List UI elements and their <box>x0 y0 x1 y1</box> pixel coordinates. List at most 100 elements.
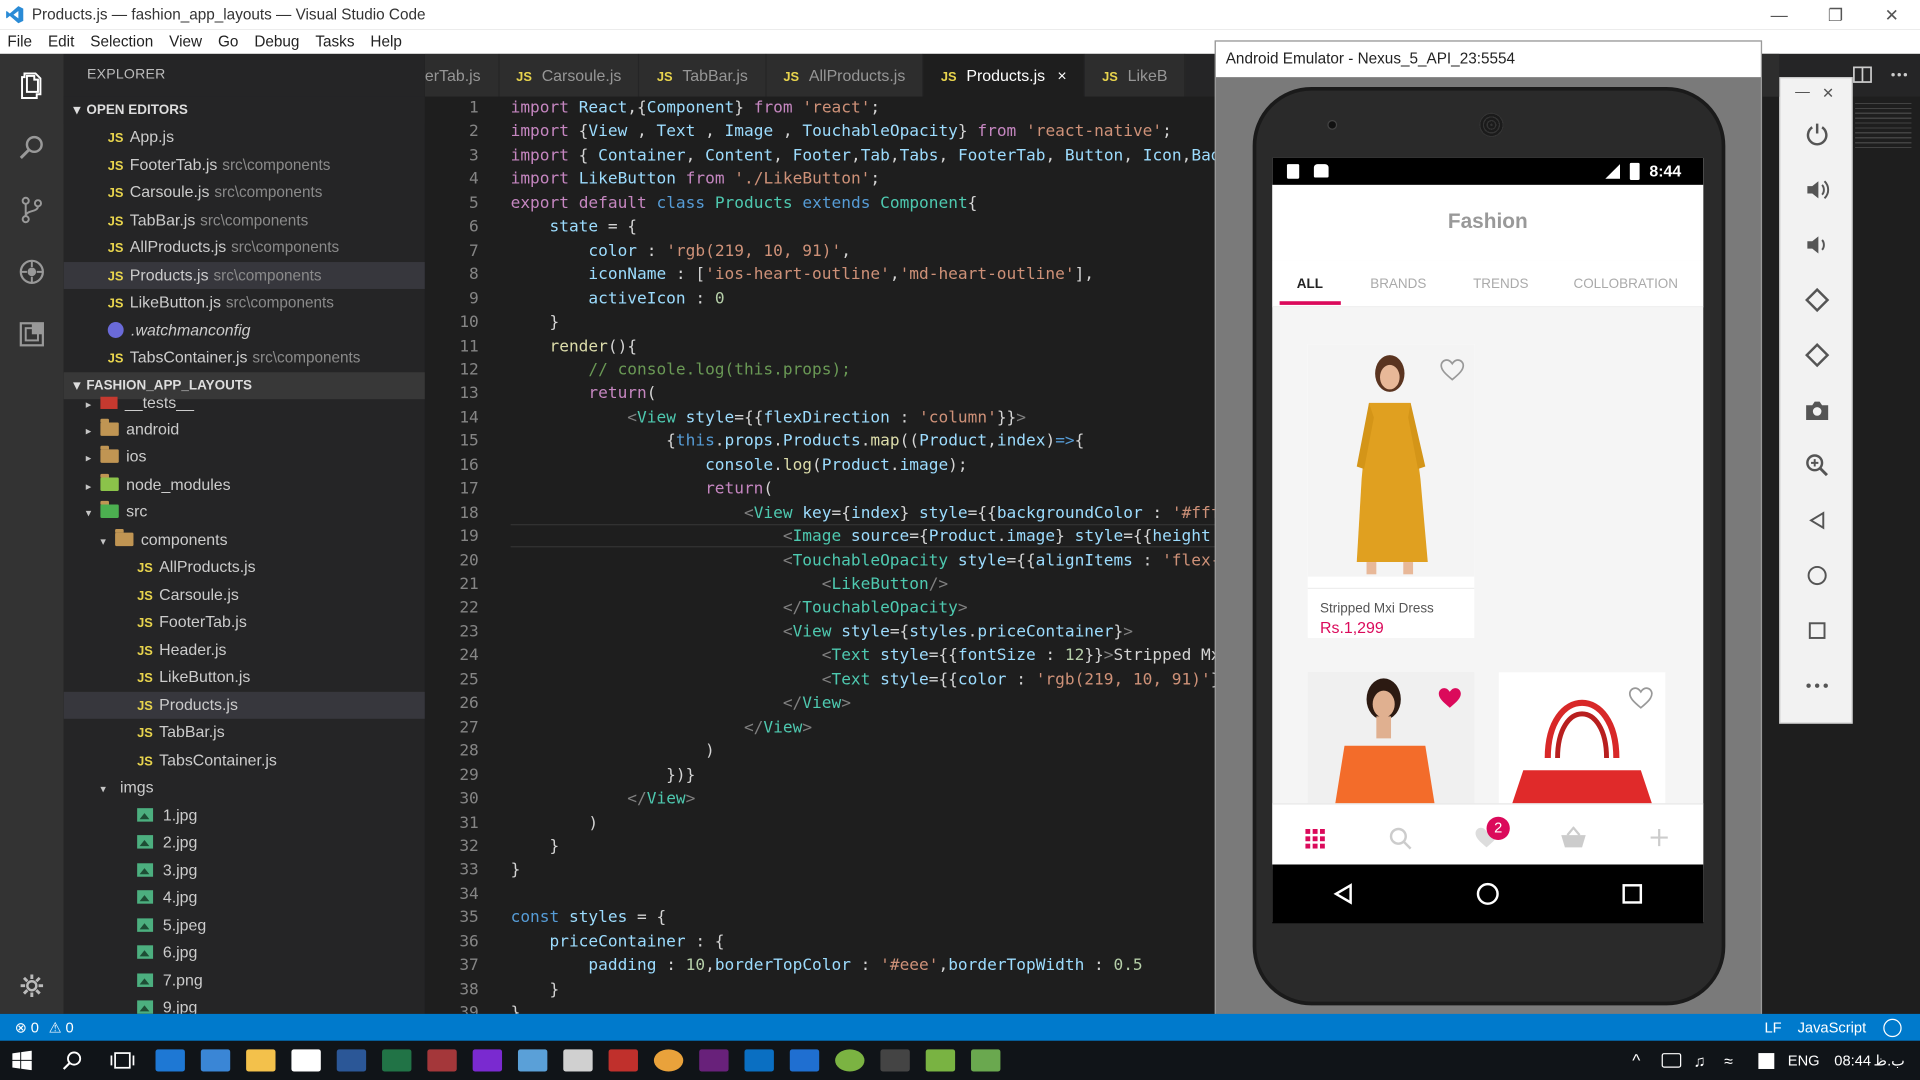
nav-back-icon[interactable] <box>1333 883 1355 905</box>
code-line[interactable]: {this.props.Products.map((Product,index)… <box>511 433 1085 451</box>
menu-file[interactable]: File <box>0 33 41 50</box>
code-line[interactable]: state = { <box>511 218 638 236</box>
defender-icon[interactable] <box>789 1049 819 1072</box>
more-actions-icon[interactable] <box>1891 72 1908 77</box>
product-card[interactable]: Stripped Mxi Dress Rs.1,299 <box>1307 344 1475 638</box>
input-language[interactable]: ENG <box>1788 1052 1820 1069</box>
menu-selection[interactable]: Selection <box>83 33 162 50</box>
code-line[interactable]: <Text style={{color : 'rgb(219, 10, 91)'… <box>511 671 1221 689</box>
feedback-smiley-icon[interactable] <box>1883 1018 1902 1038</box>
code-line[interactable]: <View key={index} style={{backgroundColo… <box>511 504 1221 522</box>
open-editor-item[interactable]: JS Products.js src\components <box>63 261 425 289</box>
warnings-icon[interactable]: ⚠ <box>49 1019 62 1036</box>
editor-tab[interactable]: JS Products.js × <box>923 53 1086 97</box>
open-editor-item[interactable]: JS AllProducts.js src\components <box>64 234 425 262</box>
action-center-icon[interactable] <box>1758 1052 1775 1069</box>
code-line[interactable]: export default class Products extends Co… <box>511 194 978 212</box>
menu-view[interactable]: View <box>162 33 211 50</box>
tree-file[interactable]: JS Header.js <box>64 636 425 664</box>
minimap[interactable] <box>1855 102 1912 152</box>
search-icon[interactable] <box>1389 827 1413 851</box>
category-tab[interactable]: COLLOBRATION <box>1573 277 1678 292</box>
taskbar-search-icon[interactable] <box>62 1051 82 1071</box>
tree-file[interactable]: 6.jpg <box>64 939 425 967</box>
tree-file[interactable]: JS FooterTab.js <box>64 609 425 637</box>
visual-studio-purple-icon[interactable] <box>698 1049 728 1072</box>
editor-tab[interactable]: JS Carsoule.js <box>499 53 640 97</box>
code-line[interactable]: } <box>511 861 521 879</box>
volume-up-icon[interactable] <box>1802 175 1831 204</box>
close-window-icon[interactable]: ✕ <box>1864 4 1920 25</box>
open-editor-item[interactable]: JS Carsoule.js src\components <box>64 179 425 207</box>
excel-icon[interactable] <box>381 1049 411 1072</box>
menu-debug[interactable]: Debug <box>247 33 308 50</box>
warning-count[interactable]: 0 <box>66 1019 74 1036</box>
tree-file[interactable]: JS AllProducts.js <box>64 553 425 581</box>
category-tab[interactable]: ALL <box>1297 277 1323 292</box>
tree-folder-ios[interactable]: ▸ ios <box>64 443 425 471</box>
minimize-icon[interactable]: — <box>1751 5 1807 25</box>
word-icon[interactable] <box>336 1049 366 1072</box>
code-line[interactable]: import LikeButton from './LikeButton'; <box>511 171 881 189</box>
chrome-icon[interactable] <box>653 1049 683 1072</box>
heart-outline-icon[interactable] <box>1628 687 1653 709</box>
app-icon[interactable] <box>562 1049 593 1072</box>
search-icon[interactable] <box>16 131 48 163</box>
code-line[interactable]: <LikeButton/> <box>511 576 948 594</box>
tree-file[interactable]: 9.jpg <box>64 994 425 1014</box>
volume-down-icon[interactable] <box>1802 230 1831 259</box>
rotate-left-icon[interactable] <box>1802 285 1831 314</box>
code-line[interactable]: activeIcon : 0 <box>511 290 724 308</box>
power-icon[interactable] <box>1802 120 1831 149</box>
tree-folder-android[interactable]: ▸ android <box>64 416 425 444</box>
nav-home-icon[interactable] <box>1476 882 1500 906</box>
tray-expand-icon[interactable]: ^ <box>1632 1051 1640 1071</box>
store-bag-icon[interactable] <box>290 1049 321 1072</box>
heart-filled-icon[interactable] <box>1438 687 1462 709</box>
code-line[interactable]: })} <box>511 766 695 784</box>
code-line[interactable]: import React,{Component} from 'react'; <box>511 99 881 117</box>
code-line[interactable]: <View style={{flexDirection : 'column'}}… <box>511 409 1026 427</box>
error-count[interactable]: 0 <box>31 1019 39 1036</box>
code-line[interactable]: </View> <box>511 790 695 808</box>
code-line[interactable]: return( <box>511 385 656 403</box>
tree-file[interactable]: 5.jpeg <box>64 912 425 940</box>
more-options-icon[interactable] <box>1802 671 1831 700</box>
windows-start-icon[interactable] <box>12 1050 32 1071</box>
open-editor-item[interactable]: JS LikeButton.js src\components <box>64 289 425 317</box>
back-icon[interactable] <box>1802 506 1831 535</box>
zoom-icon[interactable] <box>1802 451 1831 480</box>
tree-file[interactable]: JS Products.js <box>63 691 425 719</box>
code-line[interactable]: } <box>511 837 559 855</box>
code-line[interactable]: ) <box>511 742 715 760</box>
rotate-right-icon[interactable] <box>1802 340 1831 369</box>
wifi-tray-icon[interactable]: ≈ <box>1724 1051 1733 1069</box>
code-line[interactable]: priceContainer : { <box>511 933 725 951</box>
product-card[interactable] <box>1498 672 1666 807</box>
code-line[interactable]: import { Container, Content, Footer,Tab,… <box>511 147 1221 165</box>
code-line[interactable]: </TouchableOpacity> <box>511 599 968 617</box>
tree-file[interactable]: JS TabBar.js <box>64 719 425 747</box>
source-control-icon[interactable] <box>16 193 48 225</box>
code-line[interactable]: } <box>511 1004 521 1014</box>
tree-file[interactable]: 7.png <box>64 967 425 995</box>
visual-studio-icon[interactable] <box>472 1049 502 1072</box>
code-line[interactable]: </View> <box>511 718 812 736</box>
basket-icon[interactable] <box>1560 826 1587 849</box>
code-line[interactable]: iconName : ['ios-heart-outline','md-hear… <box>511 266 1094 284</box>
toolbar-close-icon[interactable]: ✕ <box>1822 84 1834 101</box>
plus-icon[interactable] <box>1649 828 1669 848</box>
code-line[interactable]: padding : 10,borderTopColor : '#eee',bor… <box>511 957 1143 975</box>
tree-file[interactable]: JS LikeButton.js <box>64 664 425 692</box>
app-icon[interactable] <box>517 1049 547 1072</box>
open-editor-item[interactable]: JS App.js <box>64 124 425 152</box>
menu-go[interactable]: Go <box>211 33 247 50</box>
code-line[interactable]: render(){ <box>511 337 638 355</box>
tree-folder-imgs[interactable]: ▾ imgs <box>64 774 425 802</box>
battery-tray-icon[interactable] <box>1661 1053 1682 1068</box>
code-line[interactable]: <View style={styles.priceContainer}> <box>511 623 1133 641</box>
app-icon[interactable] <box>834 1049 864 1072</box>
nav-recents-icon[interactable] <box>1621 883 1643 905</box>
code-line[interactable]: </View> <box>511 695 851 713</box>
code-line[interactable]: <Text style={{fontSize : 12}}>Stripped M… <box>511 647 1221 665</box>
